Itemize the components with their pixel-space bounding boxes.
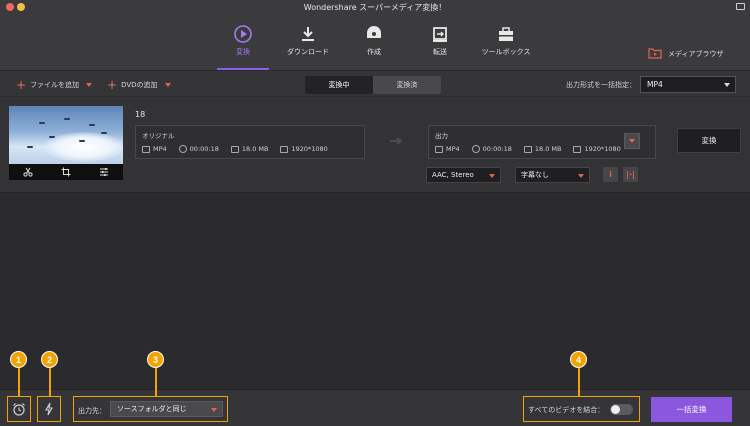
callout-marker-3: 3 [147,351,164,368]
merge-toggle[interactable] [610,404,633,415]
marker-line-2 [49,366,51,396]
original-resolution: 1920*1080 [291,145,328,153]
message-icon[interactable] [736,3,745,10]
film-icon [435,145,443,153]
clock-icon [471,145,480,153]
original-size: 18.0 MB [241,145,269,153]
transfer-icon [433,27,447,42]
tab-download-label: ダウンロード [287,48,329,56]
output-format-label: 出力形式を一括指定： [566,81,636,89]
lightning-icon[interactable] [42,402,56,416]
output-format-dropdown[interactable] [624,133,640,149]
tab-burn[interactable]: 作成 [339,24,409,57]
chevron-down-icon [578,174,584,178]
tab-converting[interactable]: 変換中 [305,76,373,94]
info-button[interactable]: i [603,167,618,182]
output-size: 18.0 MB [534,145,562,153]
chevron-down-icon [489,174,495,178]
tab-convert-label: 変換 [236,48,250,56]
toolbar: + ファイルを追加 + DVDの追加 変換中 変換済 出力形式を一括指定： MP… [0,70,750,97]
tab-transfer-label: 転送 [433,48,447,56]
folder-icon [523,145,532,153]
media-browser-label: メディアブラウザ [668,50,724,58]
audio-select[interactable]: AAC, Stereo [426,167,501,183]
toggle-knob [611,405,620,414]
edit-toolbar [9,164,123,180]
output-heading: 出力 [435,132,448,140]
task-list: 18 オリジナル MP4 00:00:18 18.0 MB 1920*1080 … [0,97,750,389]
tab-transfer[interactable]: 転送 [405,24,475,57]
resolution-icon [280,145,289,153]
crop-icon[interactable] [61,167,71,177]
original-duration: 00:00:18 [189,145,219,153]
output-format: MP4 [446,145,460,153]
task-item: 18 オリジナル MP4 00:00:18 18.0 MB 1920*1080 … [0,97,750,193]
file-name: 18 [135,110,146,119]
add-dvd-button[interactable]: + DVDの追加 [107,78,171,91]
clock-icon [178,145,187,153]
convert-icon [234,25,252,43]
tab-converted[interactable]: 変換済 [373,76,441,94]
title-bar: Wondershare スーパーメディア変換！ [0,0,750,16]
alarm-clock-icon[interactable] [12,402,26,416]
subtitle-select[interactable]: 字幕なし [515,167,590,183]
folder-icon [230,145,239,153]
tab-download[interactable]: ダウンロード [273,24,343,57]
folder-play-icon [648,48,662,59]
status-tabs: 変換中 変換済 [305,76,441,94]
tab-toolbox[interactable]: ツールボックス [471,24,541,57]
window-title: Wondershare スーパーメディア変換！ [303,3,447,12]
tab-burn-label: 作成 [367,48,381,56]
burn-icon [367,26,381,38]
callout-marker-4: 4 [570,351,587,368]
scissors-icon[interactable] [23,167,33,177]
output-info: 出力 MP4 00:00:18 18.0 MB 1920*1080 [428,125,656,159]
output-folder-select[interactable]: ソースフォルダと同じ [110,401,223,417]
marker-line-4 [578,366,580,396]
convert-button[interactable]: 変換 [677,128,741,153]
merge-label: すべてのビデオを結合： [528,406,605,414]
original-info: オリジナル MP4 00:00:18 18.0 MB 1920*1080 [135,125,365,159]
original-format: MP4 [153,145,167,153]
callout-marker-2: 2 [41,351,58,368]
chevron-down-icon [211,408,217,412]
audio-value: AAC, Stereo [432,171,474,179]
resolution-icon [573,145,582,153]
split-icon: |·| [626,170,635,179]
toolbox-icon [499,27,513,41]
tab-toolbox-label: ツールボックス [481,48,531,56]
add-dvd-label: DVDの追加 [121,80,158,89]
add-file-label: ファイルを追加 [30,80,80,89]
chevron-down-icon [629,139,635,143]
split-button[interactable]: |·| [623,167,638,182]
output-format-value: MP4 [647,80,663,89]
output-duration: 00:00:18 [482,145,512,153]
top-navigation: 変換 ダウンロード 作成 転送 ツールボックス メディアブラウザ [0,16,750,70]
add-file-button[interactable]: + ファイルを追加 [16,77,93,92]
tab-convert[interactable]: 変換 [208,24,278,57]
marker-line-1 [18,366,20,396]
output-folder-label: 出力先： [78,407,106,415]
batch-convert-button[interactable]: 一括変換 [651,397,732,422]
arrow-right-icon [390,137,403,145]
subtitle-value: 字幕なし [521,171,549,179]
original-heading: オリジナル [142,132,175,140]
chevron-down-icon [724,83,730,87]
output-resolution: 1920*1080 [584,145,621,153]
callout-marker-1: 1 [10,351,27,368]
plus-icon: + [16,77,27,92]
marker-line-3 [155,366,157,396]
film-icon [142,145,150,153]
plus-icon: + [107,77,118,92]
output-format-select[interactable]: MP4 [640,76,736,93]
video-thumbnail[interactable] [9,106,123,164]
output-folder-value: ソースフォルダと同じ [117,405,187,413]
info-icon: i [609,170,612,179]
download-icon [302,27,314,41]
effects-sliders-icon[interactable] [99,167,109,177]
chevron-down-icon [164,82,171,87]
chevron-down-icon [86,82,93,87]
bottom-bar: 出力先： ソースフォルダと同じ すべてのビデオを結合： 一括変換 [0,389,750,426]
